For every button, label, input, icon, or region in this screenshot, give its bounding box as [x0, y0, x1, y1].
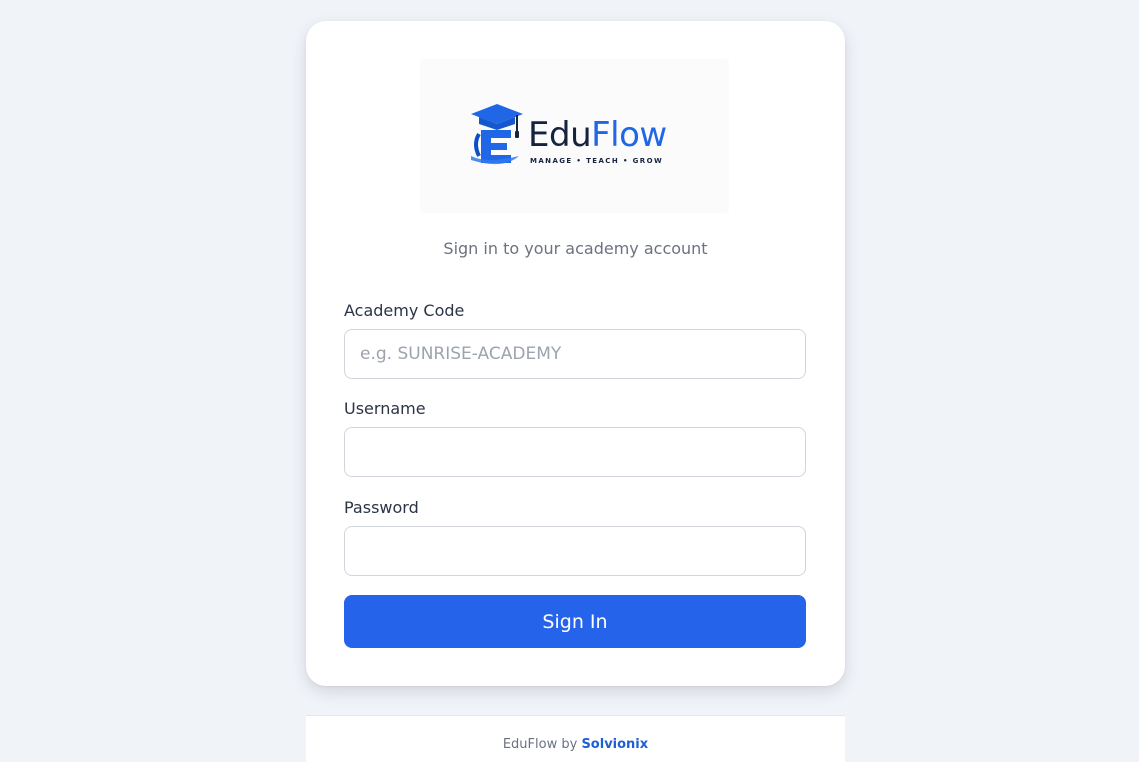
page-subtitle: Sign in to your academy account	[443, 239, 708, 258]
brand-wordmark: EduFlow	[528, 115, 667, 155]
username-label: Username	[344, 399, 426, 418]
username-input[interactable]	[344, 427, 806, 477]
footer-text: EduFlow by	[502, 737, 582, 752]
academy-code-input[interactable]	[344, 329, 806, 379]
brand-word-edu: Edu	[528, 115, 592, 155]
login-page: EduFlow MANAGE • TEACH • GROW Sign in to…	[0, 0, 1139, 762]
brand-word-flow: Flow	[591, 115, 667, 155]
sign-in-button[interactable]: Sign In	[344, 595, 806, 648]
footer: EduFlow by Solvionix	[306, 715, 845, 762]
brand-tagline: MANAGE • TEACH • GROW	[530, 157, 664, 165]
login-card: EduFlow MANAGE • TEACH • GROW Sign in to…	[306, 21, 845, 686]
brand-logo: EduFlow MANAGE • TEACH • GROW	[420, 59, 729, 213]
password-input[interactable]	[344, 526, 806, 576]
graduation-cap-e-icon	[471, 104, 523, 165]
academy-code-label: Academy Code	[344, 301, 465, 320]
solvionix-link[interactable]: Solvionix	[581, 737, 648, 752]
password-label: Password	[344, 498, 419, 517]
